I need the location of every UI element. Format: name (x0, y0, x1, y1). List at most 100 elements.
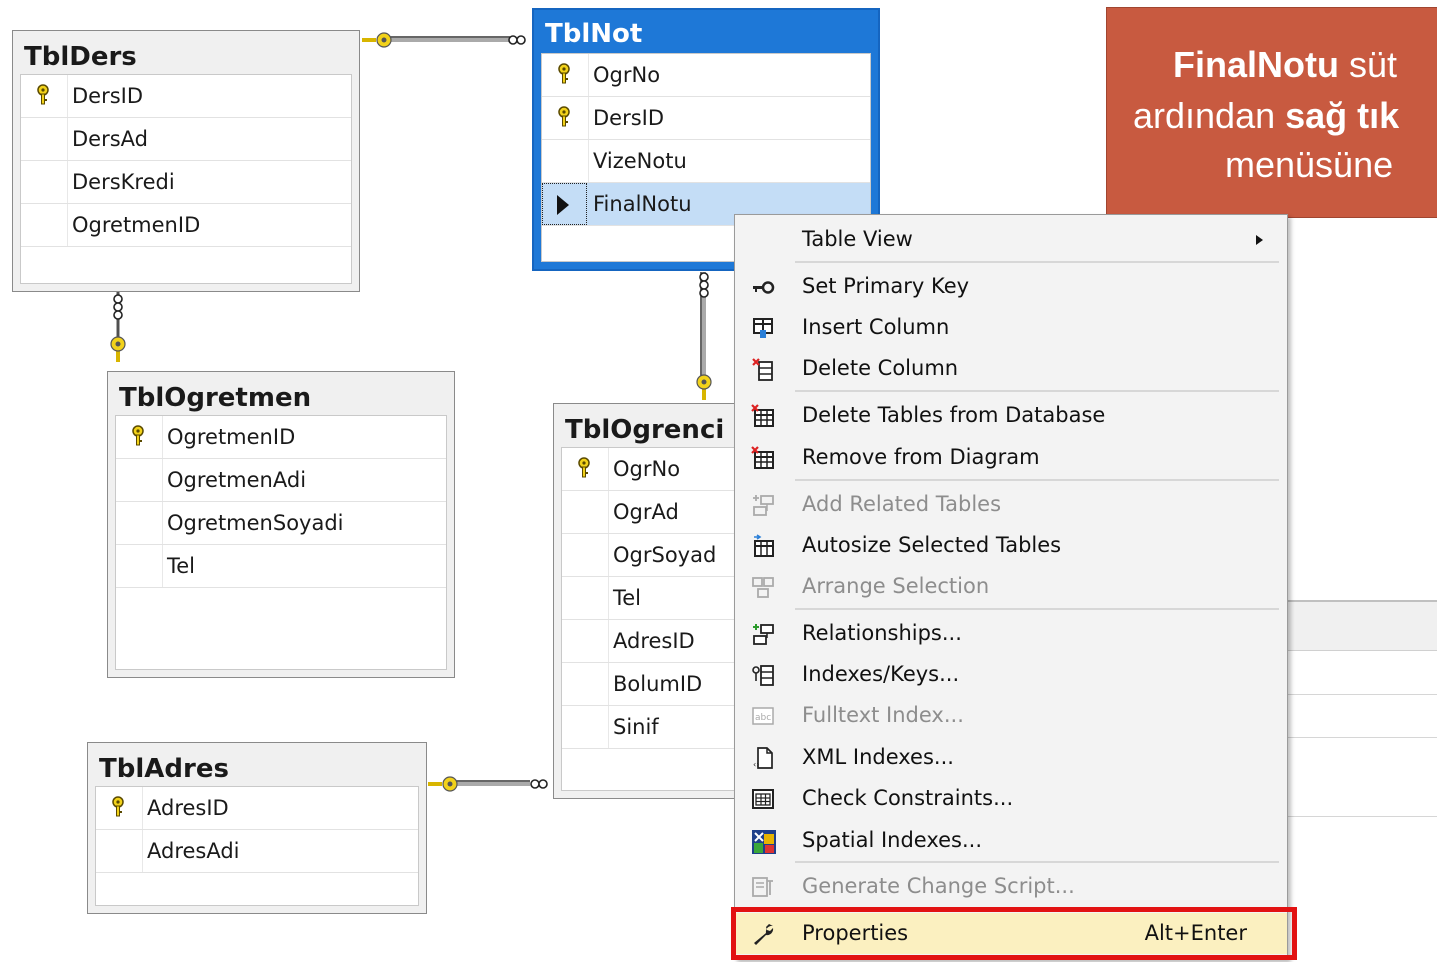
menu-item-delete-tables[interactable]: Delete Tables from Database (735, 395, 1287, 436)
insert-column-icon (751, 316, 775, 340)
callout-text: ardından (1133, 95, 1286, 136)
table-row[interactable]: AdresID (562, 620, 741, 663)
menu-item-relationships[interactable]: Relationships... (735, 613, 1287, 654)
relationships-icon (751, 622, 775, 646)
fulltext-icon: abc (751, 704, 775, 728)
primary-key-icon (111, 796, 125, 822)
menu-item-check-constraints[interactable]: Check Constraints... (735, 778, 1287, 819)
menu-item-table-view[interactable]: Table View (735, 219, 1287, 260)
indexes-icon (751, 663, 775, 687)
table-tblogretmen[interactable]: TblOgretmen OgretmenID OgretmenAdi Ogret… (107, 371, 455, 678)
column-name: OgrSoyad (613, 543, 717, 567)
primary-key-icon (577, 457, 591, 483)
check-constraints-icon (751, 787, 775, 811)
column-name: OgrAd (613, 500, 679, 524)
table-row[interactable]: AdresAdi (96, 830, 418, 873)
callout-text: menüsüne (1225, 144, 1394, 185)
column-name: AdresID (613, 629, 695, 653)
menu-item-label: Check Constraints... (802, 786, 1014, 810)
callout-bold-text: FinalNotu (1173, 44, 1339, 85)
context-menu: Table View Set Primary Key Insert Column… (734, 214, 1288, 960)
primary-key-icon (36, 84, 50, 110)
table-row[interactable]: OgretmenSoyadi (116, 502, 446, 545)
table-row[interactable]: VizeNotu (542, 140, 870, 183)
menu-item-xml-indexes[interactable]: ‹› XML Indexes... (735, 737, 1287, 778)
menu-item-label: Indexes/Keys... (802, 662, 960, 686)
table-row[interactable]: Tel (116, 545, 446, 588)
script-icon (751, 875, 775, 899)
table-row[interactable]: DersKredi (21, 161, 351, 204)
menu-item-label: Delete Column (802, 356, 959, 380)
autosize-icon (751, 534, 775, 558)
table-title: TblOgrenci (565, 415, 725, 445)
menu-item-autosize-tables[interactable]: Autosize Selected Tables (735, 525, 1287, 566)
table-row[interactable]: AdresID (96, 787, 418, 830)
primary-key-icon (131, 425, 145, 451)
menu-item-label: Delete Tables from Database (802, 403, 1106, 427)
column-name: DersAd (72, 127, 148, 151)
menu-item-label: Set Primary Key (802, 274, 970, 298)
add-related-icon (751, 493, 775, 517)
table-tbladres[interactable]: TblAdres AdresID AdresAdi (87, 742, 427, 914)
table-row[interactable]: OgretmenAdi (116, 459, 446, 502)
column-name: BolumID (613, 672, 703, 696)
callout-text: süt (1338, 44, 1398, 85)
table-row[interactable]: Sinif (562, 706, 741, 749)
table-row[interactable]: DersID (542, 97, 870, 140)
menu-item-generate-change-script[interactable]: Generate Change Script... (735, 866, 1287, 907)
column-name: OgrNo (613, 457, 681, 481)
table-title: TblDers (24, 42, 137, 72)
background-panel (1288, 600, 1437, 820)
menu-item-label: Table View (802, 227, 913, 251)
xml-icon: ‹› (751, 746, 775, 770)
table-row[interactable]: BolumID (562, 663, 741, 706)
menu-item-insert-column[interactable]: Insert Column (735, 307, 1287, 348)
column-name: DersID (593, 106, 665, 130)
submenu-arrow-icon (1256, 235, 1263, 245)
table-row[interactable]: OgrNo (542, 54, 870, 97)
table-row[interactable]: OgretmenID (21, 204, 351, 247)
table-tblogrenci[interactable]: TblOgrenci OgrNo OgrAd OgrSoyad Tel Adre… (553, 403, 743, 799)
menu-item-spatial-indexes[interactable]: Spatial Indexes... (735, 820, 1287, 861)
menu-item-add-related-tables[interactable]: Add Related Tables (735, 484, 1287, 525)
menu-separator (795, 479, 1279, 481)
menu-item-label: Remove from Diagram (802, 445, 1040, 469)
column-name: AdresAdi (147, 839, 240, 863)
table-row[interactable]: OgrAd (562, 491, 741, 534)
table-title: TblAdres (99, 754, 229, 784)
column-name: OgretmenAdi (167, 468, 307, 492)
menu-item-remove-from-diagram[interactable]: Remove from Diagram (735, 437, 1287, 478)
table-row[interactable]: DersID (21, 75, 351, 118)
table-row[interactable]: Tel (562, 577, 741, 620)
column-name: VizeNotu (593, 149, 687, 173)
menu-item-arrange-selection[interactable]: Arrange Selection (735, 566, 1287, 607)
menu-item-delete-column[interactable]: Delete Column (735, 348, 1287, 389)
table-row[interactable]: DersAd (21, 118, 351, 161)
svg-text:‹›: ‹› (753, 760, 759, 769)
menu-item-label: Generate Change Script... (802, 874, 1075, 898)
delete-table-icon (751, 404, 775, 428)
key-icon (751, 275, 775, 299)
menu-item-label: Add Related Tables (802, 492, 1002, 516)
column-name: OgretmenSoyadi (167, 511, 344, 535)
menu-item-fulltext-index[interactable]: abc Fulltext Index... (735, 695, 1287, 736)
menu-item-set-primary-key[interactable]: Set Primary Key (735, 266, 1287, 307)
table-tblders[interactable]: TblDers DersID DersAd DersKredi Ogretmen… (12, 30, 360, 292)
delete-column-icon (751, 357, 775, 381)
column-name: DersID (72, 84, 144, 108)
menu-separator (795, 390, 1279, 392)
menu-item-indexes-keys[interactable]: Indexes/Keys... (735, 654, 1287, 695)
table-row[interactable]: OgretmenID (116, 416, 446, 459)
table-row[interactable]: OgrSoyad (562, 534, 741, 577)
column-grid: OgrNo OgrAd OgrSoyad Tel AdresID BolumID… (561, 447, 742, 791)
column-name: Sinif (613, 715, 659, 739)
table-title: TblNot (545, 19, 643, 49)
menu-item-label: Relationships... (802, 621, 962, 645)
column-name: OgretmenID (167, 425, 296, 449)
arrange-icon (751, 575, 775, 599)
remove-table-icon (751, 446, 775, 470)
spatial-icon (751, 829, 776, 854)
table-row[interactable]: OgrNo (562, 448, 741, 491)
menu-separator (795, 861, 1279, 863)
column-name: AdresID (147, 796, 229, 820)
